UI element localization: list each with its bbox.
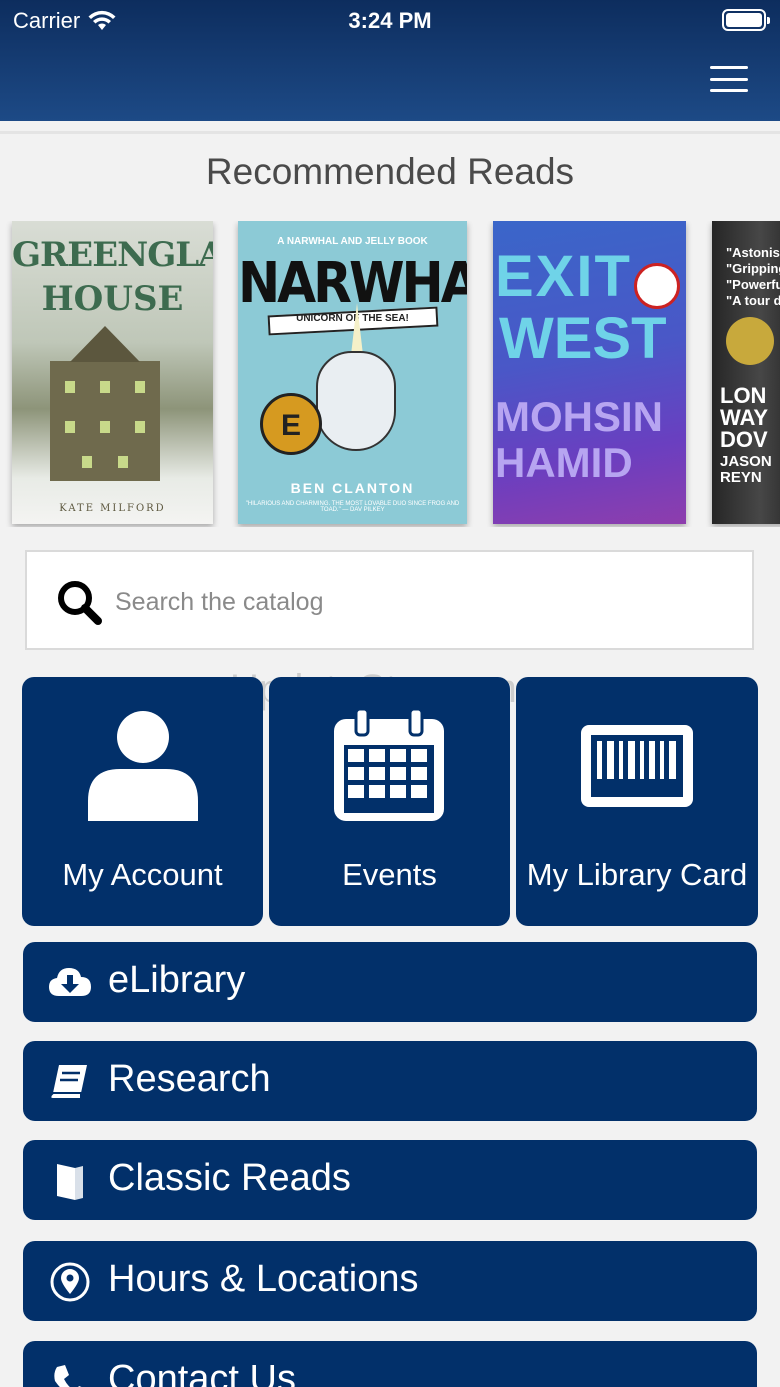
award-seal-icon	[726, 317, 774, 365]
map-pin-icon	[50, 1262, 90, 1302]
cover-author-line: REYN	[720, 469, 762, 486]
cover-author: BEN CLANTON	[290, 480, 415, 496]
cover-tagline: A NARWHAL AND JELLY BOOK	[277, 236, 428, 247]
book-cover-long-way-down[interactable]: "Astonish "Gripping "Powerfu "A tour d L…	[712, 221, 780, 524]
menu-line	[710, 77, 748, 81]
book-carousel[interactable]: GREENGLASS HOUSE KATE MILFORD A NARWHAL …	[0, 221, 780, 527]
cover-title-line: HOUSE	[41, 279, 184, 319]
user-icon	[88, 711, 198, 821]
house-illustration	[50, 326, 160, 481]
cover-quote: "A tour d	[726, 293, 780, 308]
hours-locations-button[interactable]: Hours & Locations	[23, 1241, 757, 1321]
recommended-reads-title: Recommended Reads	[205, 151, 575, 192]
cover-quote: "Gripping	[726, 261, 780, 276]
app-header: Carrier 3:24 PM	[0, 0, 780, 121]
cover-title-line: WEST	[499, 306, 667, 371]
my-account-button[interactable]: My Account	[22, 677, 263, 926]
book-cover-exit-west[interactable]: EXIT WEST MOHSIN HAMID	[493, 221, 686, 524]
barcode-icon	[581, 725, 693, 807]
award-medal-icon: E	[260, 393, 322, 455]
cover-quote: "Astonish	[726, 245, 780, 260]
main-content: Recommended Reads GREENGLASS HOUSE KATE …	[0, 121, 780, 1387]
elibrary-button[interactable]: eLibrary	[23, 942, 757, 1022]
contact-us-button[interactable]: Contact Us	[23, 1341, 757, 1387]
search-input[interactable]	[115, 584, 715, 620]
cloud-download-icon	[49, 968, 91, 996]
tile-label: My Account	[62, 857, 223, 892]
row-label: Contact Us	[108, 1358, 296, 1387]
row-label: Hours & Locations	[108, 1258, 419, 1300]
search-icon	[58, 581, 102, 625]
phone-icon	[54, 1365, 82, 1387]
cover-author: KATE MILFORD	[59, 503, 166, 514]
cover-blurb: "HILARIOUS AND CHARMING. THE MOST LOVABL…	[245, 501, 460, 513]
events-button[interactable]: Events	[269, 677, 510, 926]
cover-quote: "Powerfu	[726, 277, 780, 292]
book-open-icon	[57, 1164, 83, 1200]
cover-title-line: GREENGLASS	[12, 235, 213, 275]
book-cover-greenglass-house[interactable]: GREENGLASS HOUSE KATE MILFORD	[12, 221, 213, 524]
row-label: Research	[108, 1058, 271, 1100]
row-label: eLibrary	[108, 959, 246, 1001]
classic-reads-button[interactable]: Classic Reads	[23, 1140, 757, 1220]
narwhal-illustration	[316, 351, 396, 451]
medal-letter: E	[280, 409, 301, 442]
hamburger-menu-button[interactable]	[710, 63, 750, 95]
calendar-icon	[334, 709, 444, 821]
tile-label: Events	[342, 857, 437, 892]
book-icon	[49, 1065, 87, 1100]
tile-label: My Library Card	[526, 857, 748, 892]
menu-line	[710, 89, 748, 92]
book-cover-narwhal[interactable]: A NARWHAL AND JELLY BOOK NARWHAL UNICORN…	[238, 221, 467, 524]
cover-author-line: JASON	[720, 453, 772, 470]
cover-author-line: MOHSIN	[495, 393, 663, 440]
narwhal-horn	[351, 303, 363, 355]
cover-author-line: HAMID	[495, 439, 633, 486]
research-button[interactable]: Research	[23, 1041, 757, 1121]
status-time: 3:24 PM	[348, 8, 432, 33]
menu-line	[710, 66, 748, 69]
row-label: Classic Reads	[108, 1157, 351, 1199]
battery-icon	[722, 9, 770, 31]
best-books-badge-icon	[634, 263, 680, 309]
catalog-search-bar[interactable]	[25, 550, 754, 650]
cover-title-line: DOV	[720, 427, 768, 452]
my-library-card-button[interactable]: My Library Card	[516, 677, 758, 926]
